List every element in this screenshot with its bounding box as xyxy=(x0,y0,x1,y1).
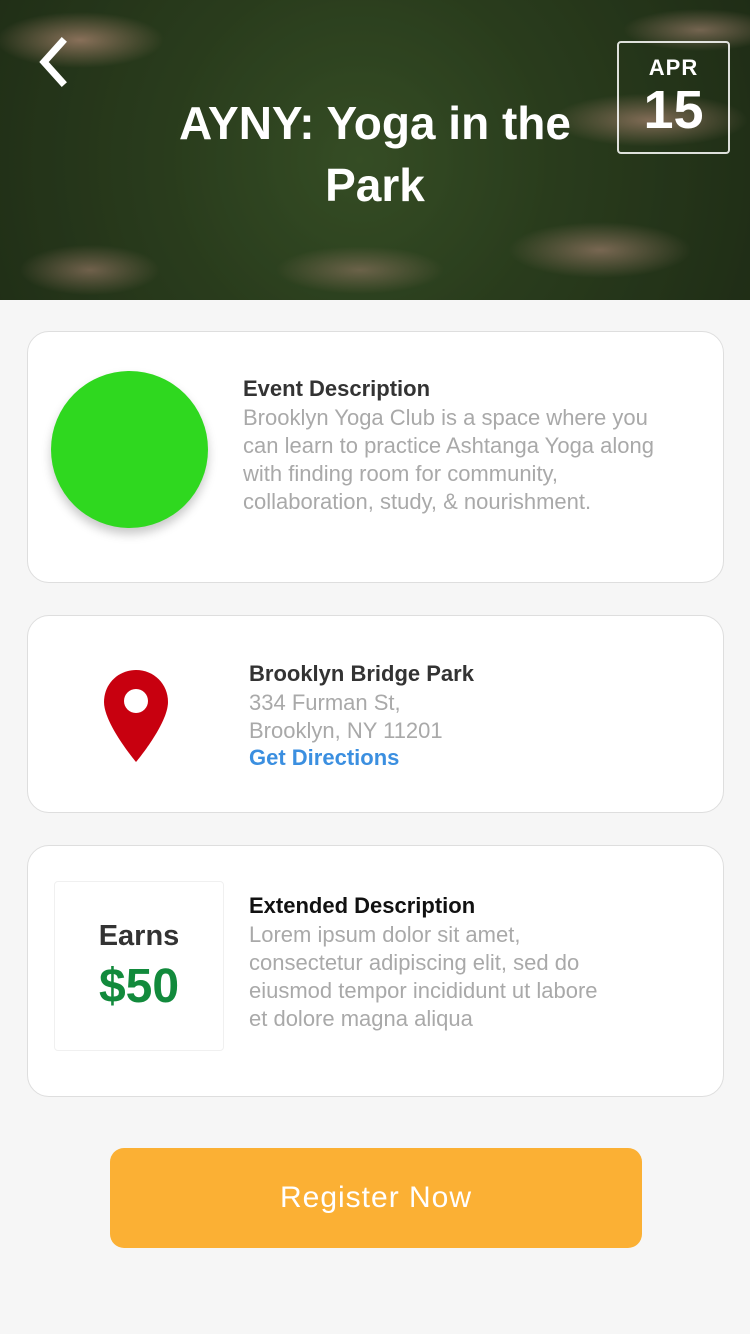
get-directions-link[interactable]: Get Directions xyxy=(249,745,399,771)
chevron-left-icon xyxy=(39,37,67,87)
map-pin-icon xyxy=(104,670,168,762)
earns-box: Earns $50 xyxy=(54,881,224,1051)
venue-name: Brooklyn Bridge Park xyxy=(249,661,474,686)
event-avatar xyxy=(51,371,208,528)
event-description-title: Event Description xyxy=(243,376,431,401)
date-day: 15 xyxy=(643,80,704,140)
address-line-1: 334 Furman St, xyxy=(249,690,401,715)
earns-amount: $50 xyxy=(98,960,180,1013)
event-date-badge: APR 15 xyxy=(617,41,730,154)
address-line-2: Brooklyn, NY 11201 xyxy=(249,718,443,743)
back-button[interactable] xyxy=(32,36,80,88)
event-description-card: Event Description Brooklyn Yoga Club is … xyxy=(27,331,724,583)
extended-description-card: Earns $50 Extended Description Lorem ips… xyxy=(27,845,724,1097)
event-description-text: Brooklyn Yoga Club is a space where you … xyxy=(243,405,654,514)
location-card: Brooklyn Bridge Park 334 Furman St, Broo… xyxy=(27,615,724,813)
event-title: AYNY: Yoga in the Park xyxy=(179,97,571,211)
earns-label: Earns xyxy=(98,920,180,952)
register-now-button[interactable]: Register Now xyxy=(110,1148,642,1248)
extended-description-text[interactable]: Lorem ipsum dolor sit amet, consectetur … xyxy=(249,921,609,1052)
date-month: APR xyxy=(648,55,699,80)
extended-description-title: Extended Description xyxy=(249,893,476,918)
